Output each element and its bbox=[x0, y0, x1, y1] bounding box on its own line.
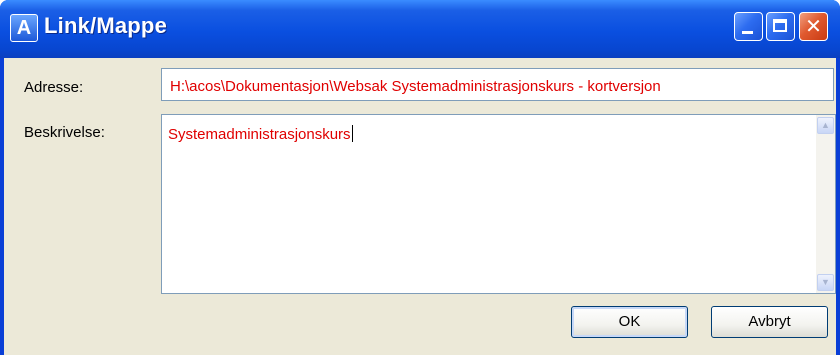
vertical-scrollbar[interactable]: ▲ ▼ bbox=[816, 115, 835, 293]
dialog-body: Adresse: H:\acos\Dokumentasjon\Websak Sy… bbox=[4, 58, 836, 355]
dialog-window: A Link/Mappe ✕ Adresse: H:\acos\Dokument… bbox=[0, 0, 840, 355]
scroll-up-arrow-icon[interactable]: ▲ bbox=[817, 117, 834, 134]
app-icon: A bbox=[10, 14, 38, 42]
scroll-down-arrow-icon[interactable]: ▼ bbox=[817, 274, 834, 291]
window-title: Link/Mappe bbox=[44, 13, 168, 38]
minimize-button[interactable] bbox=[734, 12, 763, 41]
maximize-icon bbox=[773, 19, 787, 32]
ok-button[interactable]: OK bbox=[571, 306, 688, 338]
close-button[interactable]: ✕ bbox=[799, 12, 828, 41]
description-text: Systemadministrasjonskurs bbox=[168, 125, 353, 143]
description-value: Systemadministrasjonskurs bbox=[168, 126, 351, 143]
minimize-icon bbox=[742, 31, 753, 34]
title-bar[interactable]: A Link/Mappe ✕ bbox=[0, 0, 840, 58]
description-label: Beskrivelse: bbox=[24, 124, 105, 141]
address-label: Adresse: bbox=[24, 79, 84, 96]
cancel-button[interactable]: Avbryt bbox=[711, 306, 828, 338]
text-caret bbox=[351, 125, 353, 142]
maximize-button[interactable] bbox=[766, 12, 795, 41]
close-icon: ✕ bbox=[805, 16, 822, 38]
description-textarea[interactable]: Systemadministrasjonskurs ▲ ▼ bbox=[161, 114, 836, 294]
address-field[interactable]: H:\acos\Dokumentasjon\Websak Systemadmin… bbox=[161, 68, 834, 101]
